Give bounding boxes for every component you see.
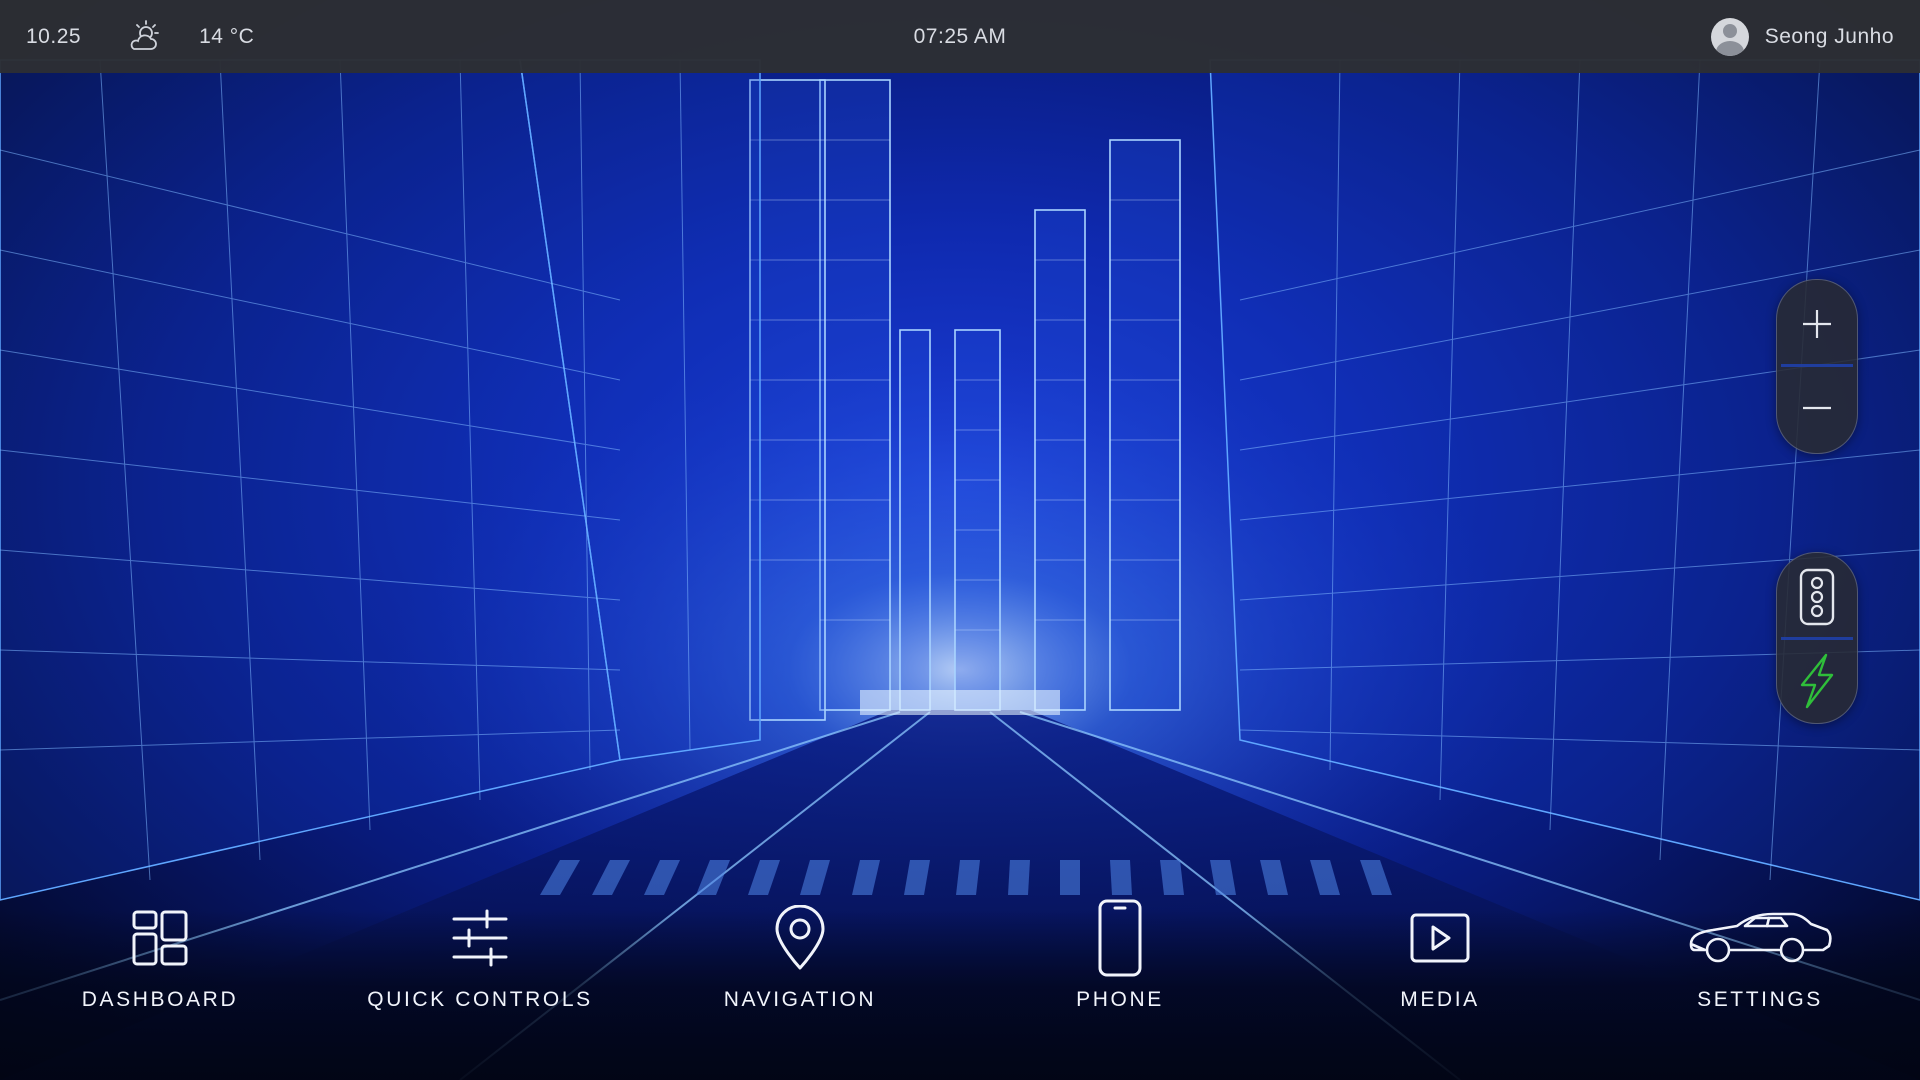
layer-divider [1781,637,1853,640]
infotainment-screen: 10.25 14 °C 07:25 AM Seong Junho DASHBOA… [0,0,1920,1080]
lightning-bolt-icon [1800,653,1834,709]
clock: 07:25 AM [913,25,1007,48]
status-bar-left: 10.25 14 °C [26,19,254,55]
zoom-divider [1781,364,1853,367]
smartphone-icon [1097,895,1143,980]
location-pin-icon [772,895,828,980]
dock-label-dashboard: DASHBOARD [81,988,239,1011]
minus-icon [1803,406,1831,410]
dock-label-phone: PHONE [1076,988,1164,1011]
dock-label-media: MEDIA [1400,988,1480,1011]
dock-media[interactable]: MEDIA [1310,895,1570,1030]
outside-temperature: 14 °C [199,24,255,48]
map-layer-controls [1776,552,1858,724]
dock-quick-controls[interactable]: QUICK CONTROLS [350,895,610,1030]
dock-label-settings: SETTINGS [1697,988,1823,1011]
play-icon [1409,895,1471,980]
partly-cloudy-sun-icon [130,19,159,50]
dock-label-quick-controls: QUICK CONTROLS [367,988,593,1011]
status-bar: 10.25 14 °C 07:25 AM Seong Junho [0,0,1920,73]
dock-navigation[interactable]: NAVIGATION [670,895,930,1030]
zoom-controls [1776,279,1858,454]
car-icon [1687,895,1833,980]
user-profile[interactable]: Seong Junho [1710,0,1894,73]
traffic-light-icon [1799,568,1835,626]
dock-phone[interactable]: PHONE [990,895,1250,1030]
user-name[interactable]: Seong Junho [1765,25,1894,49]
user-avatar-icon[interactable] [1710,17,1749,56]
plus-icon [1803,310,1831,338]
dock-label-navigation: NAVIGATION [723,988,877,1011]
dock-settings[interactable]: SETTINGS [1630,895,1890,1030]
traffic-button[interactable] [1777,557,1857,637]
zoom-in-button[interactable] [1777,284,1857,364]
temperature-reading: 10.25 [26,24,82,48]
sliders-icon [451,895,509,980]
dock-dashboard[interactable]: DASHBOARD [30,895,290,1030]
charging-stations-button[interactable] [1777,641,1857,721]
dashboard-grid-icon [131,895,189,980]
zoom-out-button[interactable] [1777,368,1857,448]
